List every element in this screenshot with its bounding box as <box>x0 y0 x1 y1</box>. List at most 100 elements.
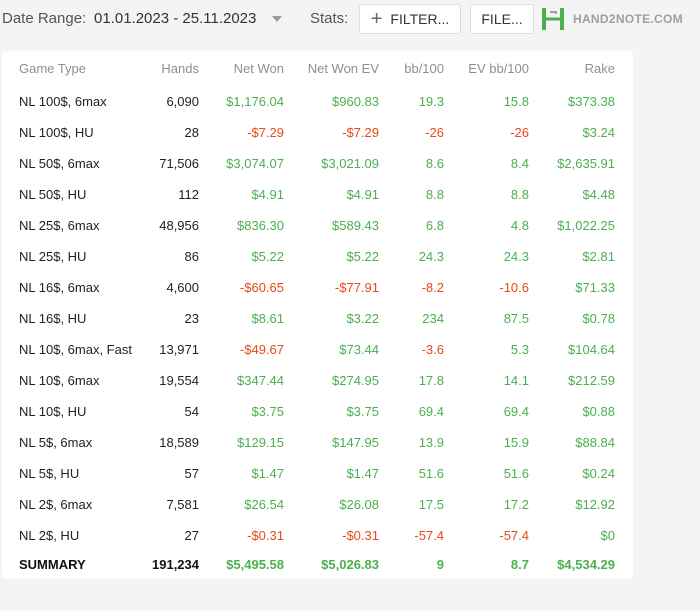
cell-net-won: $8.61 <box>251 311 284 326</box>
cell-bb-100: 8.8 <box>425 187 444 202</box>
filter-button[interactable]: + FILTER... <box>359 4 461 34</box>
cell-net-won-ev: $3.75 <box>346 404 379 419</box>
cell-game-type: NL 16$, HU <box>19 311 87 326</box>
table-row[interactable]: NL 16$, HU 23 $8.61 $3.22 234 87.5 $0.78 <box>2 302 633 333</box>
date-range-selector[interactable]: 01.01.2023 - 25.11.2023 <box>94 10 256 27</box>
table-row[interactable]: NL 5$, 6max 18,589 $129.15 $147.95 13.9 15.9 $… <box>2 426 633 457</box>
cell-bb-100: 234 <box>422 311 444 326</box>
cell-ev-bb-100: 15.9 <box>503 435 529 450</box>
cell-net-won: -$7.29 <box>247 125 284 140</box>
summary-row[interactable]: SUMMARY 191,234 $5,495.58 $5,026.83 9 8.7 $4,5… <box>2 550 633 578</box>
cell-rake: $4.48 <box>582 187 615 202</box>
cell-net-won-ev: $589.43 <box>332 218 379 233</box>
cell-rake: $0.78 <box>582 311 615 326</box>
header-game-type[interactable]: Game Type <box>19 61 86 76</box>
cell-bb-100: -3.6 <box>421 342 444 357</box>
cell-net-won: $3,074.07 <box>226 156 284 171</box>
cell-ev-bb-100: 69.4 <box>503 404 529 419</box>
cell-game-type: NL 25$, HU <box>19 249 87 264</box>
header-bb-100[interactable]: bb/100 <box>404 61 444 76</box>
cell-rake: $0 <box>600 528 615 543</box>
cell-game-type: NL 50$, HU <box>19 187 87 202</box>
plus-icon: + <box>370 8 383 30</box>
cell-game-type: NL 50$, 6max <box>19 156 100 171</box>
header-net-won-ev[interactable]: Net Won EV <box>308 61 379 76</box>
cell-hands: 57 <box>184 466 199 481</box>
file-button[interactable]: FILE... <box>470 4 534 34</box>
cell-ev-bb-100: 24.3 <box>503 249 529 264</box>
table-row[interactable]: NL 5$, HU 57 $1.47 $1.47 51.6 51.6 $0.24 <box>2 457 633 488</box>
cell-hands: 191,234 <box>152 557 199 572</box>
cell-game-type: NL 10$, 6max <box>19 373 100 388</box>
cell-net-won: $3.75 <box>251 404 284 419</box>
cell-hands: 13,971 <box>159 342 199 357</box>
header-rake[interactable]: Rake <box>585 61 615 76</box>
cell-net-won: $836.30 <box>237 218 284 233</box>
table-row[interactable]: NL 2$, HU 27 -$0.31 -$0.31 -57.4 -57.4 $0 <box>2 519 633 550</box>
cell-hands: 112 <box>178 187 199 202</box>
cell-net-won-ev: $960.83 <box>332 94 379 109</box>
cell-hands: 71,506 <box>159 156 199 171</box>
cell-ev-bb-100: 4.8 <box>510 218 529 233</box>
table-row[interactable]: NL 25$, 6max 48,956 $836.30 $589.43 6.8 4.8 $1… <box>2 209 633 240</box>
cell-game-type: NL 2$, 6max <box>19 497 93 512</box>
table-row[interactable]: NL 10$, HU 54 $3.75 $3.75 69.4 69.4 $0.88 <box>2 395 633 426</box>
stats-table: Game Type Hands Net Won Net Won EV bb/10… <box>2 51 633 579</box>
cell-rake: $4,534.29 <box>557 557 615 572</box>
cell-rake: $2.81 <box>582 249 615 264</box>
cell-game-type: NL 16$, 6max <box>19 280 100 295</box>
cell-net-won: $4.91 <box>251 187 284 202</box>
cell-rake: $373.38 <box>568 94 615 109</box>
cell-bb-100: 51.6 <box>418 466 444 481</box>
cell-hands: 6,090 <box>166 94 199 109</box>
header-ev-bb-100[interactable]: EV bb/100 <box>468 61 529 76</box>
cell-hands: 7,581 <box>166 497 199 512</box>
table-row[interactable]: NL 50$, HU 112 $4.91 $4.91 8.8 8.8 $4.48 <box>2 178 633 209</box>
cell-hands: 86 <box>184 249 199 264</box>
toolbar: Date Range: 01.01.2023 - 25.11.2023 Stat… <box>0 0 700 40</box>
table-row[interactable]: NL 100$, 6max 6,090 $1,176.04 $960.83 19.3 15… <box>2 85 633 116</box>
cell-hands: 28 <box>184 125 199 140</box>
cell-bb-100: 24.3 <box>418 249 444 264</box>
cell-bb-100: 6.8 <box>425 218 444 233</box>
cell-game-type: NL 10$, HU <box>19 404 87 419</box>
cell-hands: 18,589 <box>159 435 199 450</box>
table-row[interactable]: NL 100$, HU 28 -$7.29 -$7.29 -26 -26 $3.24 <box>2 116 633 147</box>
cell-game-type: NL 2$, HU <box>19 528 80 543</box>
table-row[interactable]: NL 10$, 6max 19,554 $347.44 $274.95 17.8 14.1… <box>2 364 633 395</box>
cell-bb-100: 9 <box>436 557 444 572</box>
table-row[interactable]: NL 10$, 6max, Fast 13,971 -$49.67 $73.44 -3.… <box>2 333 633 364</box>
cell-net-won: $5,495.58 <box>226 557 284 572</box>
cell-bb-100: -8.2 <box>421 280 444 295</box>
logo-h-icon <box>542 8 564 30</box>
cell-net-won-ev: $1.47 <box>346 466 379 481</box>
cell-rake: $3.24 <box>582 125 615 140</box>
cell-net-won-ev: -$77.91 <box>334 280 379 295</box>
cell-game-type: NL 5$, 6max <box>19 435 93 450</box>
cell-bb-100: 13.9 <box>418 435 444 450</box>
stats-label: Stats: <box>310 10 349 27</box>
cell-ev-bb-100: 8.7 <box>510 557 529 572</box>
table-row[interactable]: NL 25$, HU 86 $5.22 $5.22 24.3 24.3 $2.81 <box>2 240 633 271</box>
cell-ev-bb-100: 87.5 <box>503 311 529 326</box>
cell-bb-100: 69.4 <box>418 404 444 419</box>
cell-net-won-ev: $3.22 <box>346 311 379 326</box>
cell-game-type: NL 25$, 6max <box>19 218 100 233</box>
cell-ev-bb-100: 14.1 <box>503 373 529 388</box>
table-row[interactable]: NL 16$, 6max 4,600 -$60.65 -$77.91 -8.2 -10.6… <box>2 271 633 302</box>
cell-rake: $104.64 <box>568 342 615 357</box>
cell-rake: $71.33 <box>575 280 615 295</box>
cell-net-won-ev: -$0.31 <box>342 528 379 543</box>
cell-net-won: -$49.67 <box>239 342 284 357</box>
table-row[interactable]: NL 2$, 6max 7,581 $26.54 $26.08 17.5 17.2 $12.… <box>2 488 633 519</box>
cell-ev-bb-100: -57.4 <box>499 528 529 543</box>
table-row[interactable]: NL 50$, 6max 71,506 $3,074.07 $3,021.09 8.6 8… <box>2 147 633 178</box>
cell-rake: $0.24 <box>582 466 615 481</box>
cell-rake: $88.84 <box>575 435 615 450</box>
cell-net-won: -$60.65 <box>239 280 284 295</box>
cell-net-won-ev: $26.08 <box>339 497 379 512</box>
header-hands[interactable]: Hands <box>161 61 199 76</box>
chevron-down-icon[interactable] <box>272 16 282 22</box>
header-net-won[interactable]: Net Won <box>234 61 284 76</box>
cell-rake: $12.92 <box>575 497 615 512</box>
